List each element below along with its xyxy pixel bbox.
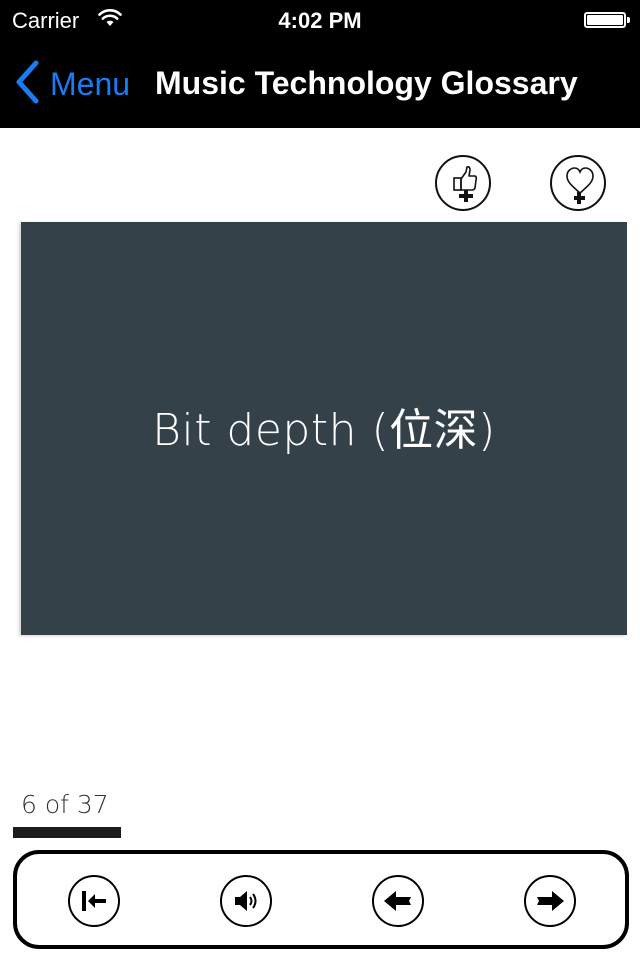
back-button[interactable]: Menu xyxy=(14,60,131,109)
favorite-button[interactable] xyxy=(550,155,606,211)
battery-icon xyxy=(584,12,630,28)
back-button-label: Menu xyxy=(50,65,131,102)
status-bar: Carrier 4:02 PM xyxy=(0,0,640,40)
page-title: Music Technology Glossary xyxy=(155,65,578,101)
progress-bar-fill xyxy=(13,827,121,838)
card-counter: 6 of 37 xyxy=(21,790,109,819)
first-card-icon xyxy=(82,891,106,911)
flashcard-term: Bit depth (位深) xyxy=(152,404,496,456)
flashcard[interactable]: Bit depth (位深) xyxy=(21,222,627,635)
chevron-left-icon xyxy=(14,60,40,109)
bottom-toolbar xyxy=(13,850,629,949)
clock: 4:02 PM xyxy=(278,8,362,33)
heart-plus-icon xyxy=(566,167,594,204)
first-card-button[interactable] xyxy=(68,875,120,927)
next-card-button[interactable] xyxy=(524,875,576,927)
like-button[interactable] xyxy=(435,155,491,211)
navigation-bar: Menu Music Technology Glossary xyxy=(0,40,640,128)
speaker-icon xyxy=(235,891,257,911)
play-sound-button[interactable] xyxy=(220,875,272,927)
previous-card-button[interactable] xyxy=(372,875,424,927)
progress-bar xyxy=(13,827,121,838)
arrow-right-icon xyxy=(537,891,564,911)
arrow-left-icon xyxy=(384,891,411,911)
thumbs-up-plus-icon xyxy=(453,166,478,202)
